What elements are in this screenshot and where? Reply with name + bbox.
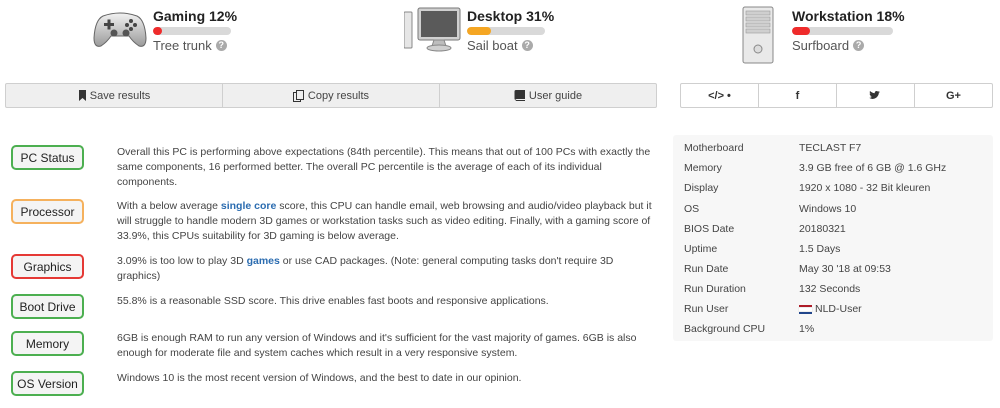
google-plus-button[interactable]: G+ [915, 84, 992, 107]
bookmark-icon [78, 90, 86, 101]
help-icon[interactable]: ? [521, 40, 533, 51]
score-bar-fill [153, 27, 163, 35]
results-toolbar: Save results Copy results User guide [5, 83, 657, 108]
score-bar-fill [792, 27, 811, 35]
memory-description: 6GB is enough RAM to run any version of … [117, 332, 637, 359]
graphics-text-pre: 3.09% is too low to play 3D [117, 255, 247, 267]
copy-results-label: Copy results [307, 89, 370, 102]
embed-reddit-icon: </> • [708, 89, 731, 102]
save-results-label: Save results [89, 89, 151, 102]
sysinfo-value: 20180321 [799, 223, 846, 235]
sysinfo-value: 3.9 GB free of 6 GB @ 1.6 GHz [799, 162, 947, 174]
embed-reddit-button[interactable]: </> • [681, 84, 759, 107]
facebook-icon: f [795, 89, 800, 102]
gamepad-icon [93, 6, 147, 55]
processor-description: With a below average single core score, … [117, 199, 657, 244]
graphics-description: 3.09% is too low to play 3D games or use… [117, 254, 657, 284]
run-user-value: NLD-User [815, 303, 862, 315]
workstation-icon [741, 6, 775, 69]
sysinfo-value: May 30 '18 at 09:53 [799, 263, 891, 275]
sysinfo-value: TECLAST F7 [799, 142, 862, 154]
sysinfo-value: 1.5 Days [799, 243, 841, 255]
graphics-badge[interactable]: Graphics [11, 254, 84, 279]
score-title: Gaming 12% [153, 8, 238, 24]
pc-status-description: Overall this PC is performing above expe… [117, 146, 651, 188]
copy-icon [292, 89, 304, 102]
score-desktop: Desktop 31% Sail boat? [403, 6, 564, 60]
score-label: Sail boat [467, 38, 518, 53]
sysinfo-key: Run Duration [684, 283, 746, 295]
games-link[interactable]: games [247, 255, 280, 267]
score-bar [792, 27, 893, 35]
score-bar-fill [467, 27, 492, 35]
score-title: Desktop 31% [467, 8, 555, 24]
boot-drive-badge[interactable]: Boot Drive [11, 294, 84, 319]
sysinfo-value: 132 Seconds [799, 283, 861, 295]
sysinfo-key: Memory [684, 162, 722, 174]
sysinfo-value: Windows 10 [799, 203, 857, 215]
help-icon[interactable]: ? [215, 40, 227, 51]
share-toolbar: </> • f G+ [680, 83, 993, 108]
score-bar [467, 27, 545, 35]
processor-badge[interactable]: Processor [11, 199, 84, 224]
score-label: Surfboard [792, 38, 850, 53]
sysinfo-value-run-user: NLD-User [798, 303, 862, 315]
user-guide-label: User guide [528, 89, 583, 102]
sysinfo-value: 1% [799, 323, 815, 335]
desktop-icon [403, 6, 462, 57]
score-title: Workstation 18% [792, 8, 905, 24]
nl-flag-icon [798, 304, 813, 314]
processor-text-pre: With a below average [117, 200, 221, 212]
book-icon [514, 90, 525, 101]
copy-results-button[interactable]: Copy results [223, 84, 440, 107]
score-label: Tree trunk [153, 38, 212, 53]
sysinfo-value: 1920 x 1080 - 32 Bit kleuren [799, 182, 931, 194]
sysinfo-key: OS [684, 203, 700, 215]
twitter-button[interactable] [837, 84, 915, 107]
help-icon[interactable]: ? [853, 40, 865, 51]
save-results-button[interactable]: Save results [6, 84, 223, 107]
sysinfo-key: Run User [684, 303, 729, 315]
facebook-button[interactable]: f [759, 84, 837, 107]
user-guide-button[interactable]: User guide [440, 84, 656, 107]
sysinfo-key: Motherboard [684, 142, 744, 154]
memory-badge[interactable]: Memory [11, 331, 84, 356]
sysinfo-key: Uptime [684, 243, 718, 255]
os-version-description: Windows 10 is the most recent version of… [117, 372, 522, 384]
pc-status-badge[interactable]: PC Status [11, 145, 84, 170]
score-workstation: Workstation 18% Surfboard? [741, 6, 911, 64]
google-plus-icon: G+ [946, 89, 961, 102]
system-info-panel: Motherboard TECLAST F7 Memory 3.9 GB fre… [673, 135, 993, 341]
sysinfo-key: Display [684, 182, 719, 194]
sysinfo-key: BIOS Date [684, 223, 735, 235]
single-core-link[interactable]: single core [221, 200, 276, 212]
boot-drive-description: 55.8% is a reasonable SSD score. This dr… [117, 295, 549, 307]
twitter-icon [868, 91, 880, 99]
score-bar [153, 27, 231, 35]
score-gaming: Gaming 12% Tree trunk? [93, 6, 243, 60]
sysinfo-key: Run Date [684, 263, 729, 275]
os-version-badge[interactable]: OS Version [11, 371, 84, 396]
sysinfo-key: Background CPU [684, 323, 766, 335]
